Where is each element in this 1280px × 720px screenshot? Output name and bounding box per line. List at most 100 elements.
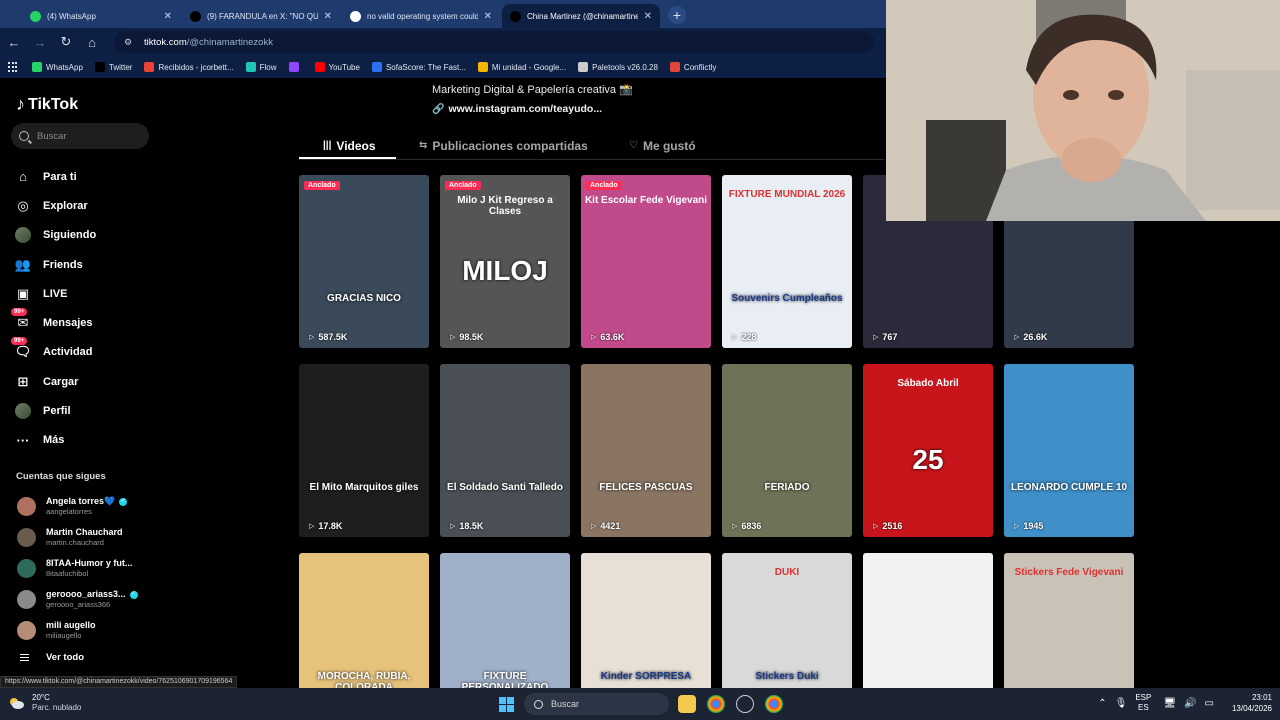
bookmark-item[interactable]: Mi unidad - Google... — [477, 62, 566, 72]
tab-title: no valid operating system could — [367, 11, 478, 21]
taskbar-search-label: Buscar — [551, 699, 580, 709]
browser-tab[interactable]: (9) FARANDULA en X: "NO QUI ✕ — [182, 4, 340, 28]
video-card[interactable]: Kit Escolar Fede Vigevani Anclado ▷ 63.6K — [581, 175, 711, 348]
avatar — [17, 621, 36, 640]
following-account[interactable]: geroooo_ariass3... ✓ geroooo_ariass366 — [17, 584, 138, 615]
sidebar-item-friends[interactable]: 👥 Friends — [14, 250, 96, 279]
video-card[interactable]: FERIADO ▷ 6836 — [722, 364, 852, 537]
language-indicator[interactable]: ESP ES — [1135, 693, 1151, 713]
notification-badge: 99+ — [11, 308, 28, 317]
tab-title: (9) FARANDULA en X: "NO QUI — [207, 11, 318, 21]
partly-cloudy-icon — [10, 698, 24, 709]
video-card[interactable]: MOROCHA, RUBIA, COLORADA — [299, 553, 429, 688]
bookmark-item[interactable]: SofaScore: The Fast... — [371, 62, 466, 72]
grid-icon: ||| — [323, 140, 332, 151]
sidebar-item-label: Para ti — [43, 170, 77, 183]
video-card[interactable] — [863, 553, 993, 688]
play-icon: ▷ — [873, 523, 879, 530]
bookmark-label: YouTube — [328, 62, 360, 72]
windows-taskbar: 20°C Parc. nublado Buscar ⌃ 🎙 ESP ES 🖥 🔊 ▭… — [0, 688, 1280, 720]
sidebar-item-cargar[interactable]: ⊞ Cargar — [14, 367, 96, 396]
battery-icon[interactable]: ▭ — [1205, 698, 1214, 709]
account-name: Martin Chauchard — [46, 527, 123, 538]
sidebar-search-input[interactable]: Buscar — [11, 123, 149, 149]
sidebar-item-explorar[interactable]: ◎ Explorar — [14, 191, 96, 220]
tiktok-logo[interactable]: ♪ TikTok — [16, 94, 78, 115]
view-count-text: 4421 — [600, 521, 621, 531]
bookmark-item[interactable]: Paletools v26.0.28 — [578, 62, 658, 72]
drive-icon — [477, 62, 488, 72]
xbox-icon[interactable] — [736, 695, 754, 713]
sidebar-item-para-ti[interactable]: ⌂ Para ti — [14, 162, 96, 191]
sidebar-item-perfil[interactable]: Perfil — [14, 396, 96, 425]
video-caption-overlay: El Mito Marquitos giles — [309, 482, 419, 493]
video-card[interactable]: FIXTURE MUNDIAL 2026 Souvenirs Cumpleaños… — [722, 175, 852, 348]
home-button[interactable]: ⌂ — [80, 30, 104, 54]
sidebar-item-live[interactable]: ▣ LIVE — [14, 279, 96, 308]
tab-videos[interactable]: ||| Videos — [299, 133, 419, 158]
url-domain: tiktok.com — [144, 36, 187, 48]
volume-icon[interactable]: 🔊 — [1184, 698, 1196, 709]
following-account[interactable]: Angela torres💙 ✓ aangelatorres — [17, 491, 138, 522]
url-input[interactable]: ⚙ tiktok.com/@chinamartinezokk — [114, 31, 874, 53]
video-card[interactable]: Stickers Fede Vigevani — [1004, 553, 1134, 688]
weather-widget[interactable]: 20°C Parc. nublado — [8, 693, 81, 713]
sidebar-item-label: Más — [43, 434, 65, 447]
site-settings-icon[interactable]: ⚙ — [124, 37, 136, 47]
bookmark-item[interactable]: Recibidos - jcorbett... — [144, 62, 234, 72]
browser-tab[interactable]: China Martinez (@chinamartine ✕ — [502, 4, 660, 28]
windows-start-icon[interactable] — [499, 697, 514, 712]
browser-tab[interactable]: (4) WhatsApp ✕ — [22, 4, 180, 28]
forward-button[interactable]: → — [28, 30, 52, 54]
video-card[interactable]: FIXTURE PERSONALIZADO — [440, 553, 570, 688]
tray-chevron-icon[interactable]: ⌃ — [1098, 698, 1106, 709]
back-button[interactable]: ← — [2, 30, 26, 54]
sidebar-item-más[interactable]: ··· Más — [14, 426, 96, 455]
close-icon[interactable]: ✕ — [644, 11, 652, 22]
bookmark-item[interactable]: YouTube — [314, 62, 360, 72]
bookmark-item[interactable]: Twitter — [94, 62, 132, 72]
video-card[interactable]: El Soldado Santi Talledo ▷ 18.5K — [440, 364, 570, 537]
apps-grid-icon[interactable] — [8, 62, 18, 72]
tab-me-gustó[interactable]: ♡ Me gustó — [629, 133, 729, 158]
clock-date: 13/04/2026 — [1231, 704, 1272, 713]
new-tab-button[interactable]: + — [668, 6, 686, 24]
sidebar-item-mensajes[interactable]: ✉ 99+ Mensajes — [11, 308, 96, 337]
taskbar-search-input[interactable]: Buscar — [524, 693, 669, 715]
bookmark-item[interactable] — [288, 62, 303, 72]
video-card[interactable]: LEONARDO CUMPLE 10 ▷ 1945 — [1004, 364, 1134, 537]
video-card[interactable]: Milo J Kit Regreso a Clases MILOJ Anclado ▷… — [440, 175, 570, 348]
video-card[interactable]: Kinder SORPRESA — [581, 553, 711, 688]
bookmark-item[interactable]: WhatsApp — [32, 62, 83, 72]
following-account[interactable]: mili augello miliaugello — [17, 615, 138, 646]
view-count: ▷ 4421 — [591, 521, 620, 531]
close-icon[interactable]: ✕ — [324, 11, 332, 22]
sidebar-item-siguiendo[interactable]: Siguiendo — [14, 221, 96, 250]
video-card[interactable]: El Mito Marquitos giles ▷ 17.8K — [299, 364, 429, 537]
messages-icon: ✉ 99+ — [11, 308, 32, 332]
notification-badge: 99+ — [11, 337, 28, 346]
close-icon[interactable]: ✕ — [164, 11, 172, 22]
file-explorer-icon[interactable] — [678, 695, 696, 713]
video-card[interactable]: DUKI Stickers Duki — [722, 553, 852, 688]
video-card[interactable]: Sábado Abril 25 ▷ 2516 — [863, 364, 993, 537]
see-all-button[interactable]: Ver todo — [20, 652, 84, 663]
tab-publicaciones-compartidas[interactable]: ⇆ Publicaciones compartidas — [419, 133, 629, 158]
video-card[interactable]: GRACIAS NICO Anclado ▷ 587.5K — [299, 175, 429, 348]
microphone-icon[interactable]: 🎙 — [1115, 698, 1128, 709]
browser-tab[interactable]: no valid operating system could ✕ — [342, 4, 500, 28]
video-card[interactable]: FELICES PASCUAS ▷ 4421 — [581, 364, 711, 537]
bookmark-item[interactable]: Flow — [245, 62, 277, 72]
close-icon[interactable]: ✕ — [484, 11, 492, 22]
following-account[interactable]: Martin Chauchard martin.chauchard — [17, 522, 138, 553]
reload-button[interactable]: ↻ — [54, 30, 78, 54]
chrome-icon[interactable] — [707, 695, 725, 713]
profile-link[interactable]: 🔗 www.instagram.com/teayudo... — [432, 103, 602, 115]
clock[interactable]: 23:01 13/04/2026 — [1232, 692, 1272, 714]
chrome-profile-icon[interactable] — [765, 695, 783, 713]
network-icon[interactable]: 🖥 — [1163, 698, 1176, 709]
account-text: 8ITAA-Humor y fut... 8itaafuchibol — [46, 558, 132, 579]
bookmark-item[interactable]: Conflictly — [669, 62, 716, 72]
sidebar-item-actividad[interactable]: 🗨 99+ Actividad — [11, 337, 96, 367]
following-account[interactable]: 8ITAA-Humor y fut... 8itaafuchibol — [17, 553, 138, 584]
